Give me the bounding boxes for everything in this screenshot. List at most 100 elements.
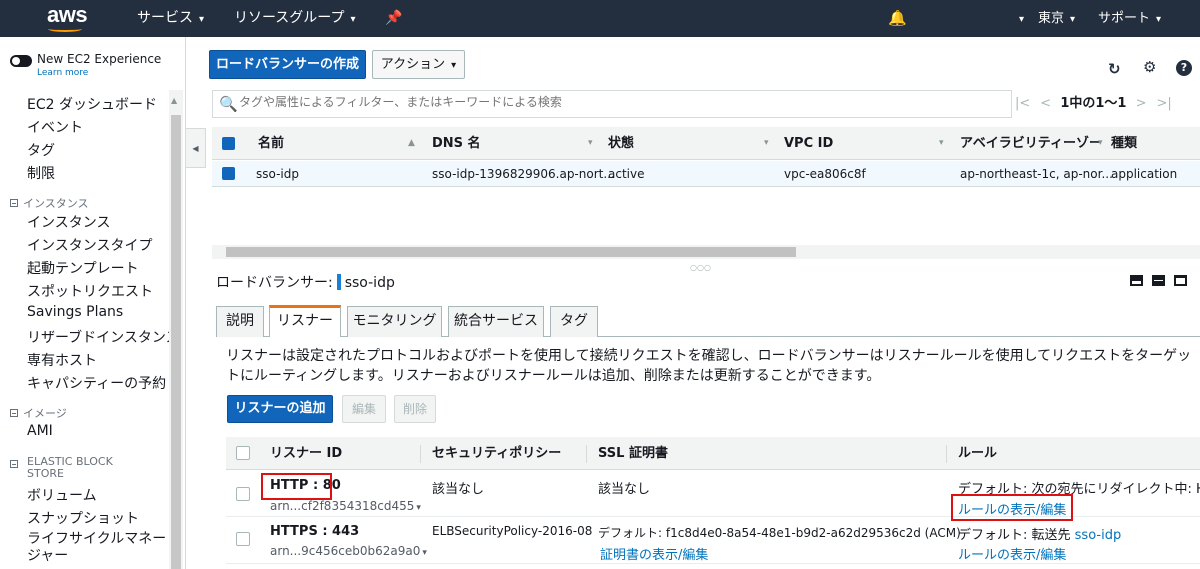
sidebar-item-launch-templates[interactable]: 起動テンプレート (27, 258, 139, 278)
collapse-icon (10, 409, 18, 417)
tab-description[interactable]: 説明 (216, 306, 264, 337)
add-listener-button[interactable]: リスナーの追加 (227, 395, 333, 423)
chevron-left-icon: ◀ (192, 144, 199, 153)
filter-bar: 🔍 (212, 90, 1012, 118)
default-rule: デフォルト: 転送先 sso-idp (958, 524, 1121, 543)
header-label: アベイラビリティーゾー (960, 136, 1102, 151)
gear-icon[interactable]: ⚙ (1143, 58, 1156, 76)
sidebar-item-spot-requests[interactable]: スポットリクエスト (27, 281, 153, 301)
page-range: 1中の1～1 (1060, 96, 1127, 111)
cell-az: ap-northeast-1c, ap-nor... (960, 167, 1113, 181)
select-all-checkbox[interactable] (236, 446, 250, 460)
listener-arn[interactable]: arn...9c456ceb0b62a9a0 ▾ (270, 544, 427, 558)
chevron-down-icon: ▾ (416, 503, 421, 513)
sidebar-section-images[interactable]: イメージ (10, 405, 67, 421)
first-page-icon[interactable]: |< (1015, 96, 1030, 111)
scroll-up-icon[interactable]: ▲ (171, 96, 177, 105)
sidebar-item-instances[interactable]: インスタンス (27, 212, 110, 232)
column-header-rules: ルール (958, 446, 998, 461)
row-checkbox[interactable] (222, 167, 235, 180)
actions-label: アクション (380, 57, 446, 72)
account-menu[interactable]: ▾ (1013, 0, 1024, 37)
services-menu[interactable]: サービス ▾ (137, 0, 204, 37)
sidebar-item-volumes[interactable]: ボリューム (27, 485, 97, 505)
header-label: DNS 名 (432, 136, 481, 151)
resize-handle[interactable]: ○○○ (690, 263, 711, 272)
layout-bottom-icon[interactable] (1130, 275, 1143, 286)
sidebar-scrollbar-thumb[interactable] (171, 115, 181, 569)
next-page-icon[interactable]: > (1136, 96, 1147, 111)
sidebar-section-ebs[interactable]: ELASTIC BLOCK STORE (10, 456, 130, 480)
aws-logo-text: aws (47, 2, 88, 27)
support-label: サポート (1098, 11, 1151, 26)
ssl-cert: 該当なし (598, 482, 651, 497)
pin-icon[interactable]: 📌 (385, 0, 402, 37)
cell-vpc: vpc-ea806c8f (784, 167, 866, 181)
create-load-balancer-button[interactable]: ロードバランサーの作成 (209, 50, 366, 79)
region-label: 東京 (1038, 11, 1065, 26)
tab-integrated-services[interactable]: 統合サービス (448, 306, 544, 337)
column-header-vpc[interactable]: VPC ID ▾ (784, 127, 944, 160)
security-policy: 該当なし (432, 482, 485, 497)
sidebar-item-ec2-dashboard[interactable]: EC2 ダッシュボード (27, 94, 157, 114)
sidebar-item-reserved-instances[interactable]: リザーブドインスタンス (27, 327, 180, 347)
sidebar-collapse-button[interactable]: ◀ (186, 128, 206, 168)
sidebar-item-capacity-reservations[interactable]: キャパシティーの予約 (27, 373, 166, 393)
refresh-icon[interactable]: ↻ (1108, 60, 1121, 78)
sidebar-item-tags[interactable]: タグ (27, 140, 55, 160)
sidebar-item-events[interactable]: イベント (27, 117, 83, 137)
section-title: イメージ (23, 407, 67, 420)
support-menu[interactable]: サポート ▾ (1098, 0, 1161, 37)
table-horizontal-scrollbar[interactable] (212, 245, 1200, 259)
chevron-down-icon: ▾ (1070, 14, 1076, 25)
tab-monitoring[interactable]: モニタリング (347, 306, 442, 337)
sidebar-item-snapshots[interactable]: スナップショット (27, 508, 139, 528)
actions-button[interactable]: アクション ▾ (372, 50, 465, 79)
sidebar-section-instances[interactable]: インスタンス (10, 195, 89, 211)
aws-logo[interactable]: aws (47, 2, 88, 32)
row-checkbox[interactable] (236, 532, 250, 546)
last-page-icon[interactable]: >| (1157, 96, 1172, 111)
sidebar-item-dedicated-hosts[interactable]: 専有ホスト (27, 350, 97, 370)
row-checkbox[interactable] (236, 487, 250, 501)
tab-tags[interactable]: タグ (550, 306, 598, 337)
column-header-type[interactable]: 種類 (1111, 127, 1137, 160)
bell-icon[interactable]: 🔔 (888, 0, 907, 37)
column-header-dns[interactable]: DNS 名 ▾ (432, 127, 593, 160)
view-edit-cert-link[interactable]: 証明書の表示/編集 (600, 544, 708, 563)
new-experience-toggle[interactable] (10, 55, 32, 67)
help-icon[interactable]: ? (1176, 60, 1192, 76)
column-header-name[interactable]: 名前 ▲ (258, 127, 415, 160)
layout-split-icon[interactable] (1152, 275, 1165, 286)
table-header: 名前 ▲ DNS 名 ▾ 状態 ▾ VPC ID ▾ アベイラビリティーゾー ▾ 種類 (212, 127, 1200, 160)
highlight-http-80 (261, 473, 332, 500)
region-menu[interactable]: 東京 ▾ (1038, 0, 1075, 37)
listener-arn[interactable]: arn...cf2f8354318cd455 ▾ (270, 499, 421, 513)
column-header-az[interactable]: アベイラビリティーゾー ▾ (960, 127, 1103, 160)
table-row[interactable]: sso-idp sso-idp-1396829906.ap-nort... ac… (212, 161, 1200, 187)
chevron-down-icon: ▾ (1156, 14, 1162, 25)
learn-more-link[interactable]: Learn more (37, 68, 88, 78)
sidebar-item-savings-plans[interactable]: Savings Plans (27, 304, 123, 320)
edit-button[interactable]: 編集 (342, 395, 386, 423)
column-header-state[interactable]: 状態 ▾ (608, 127, 769, 160)
ssl-cert: デフォルト: f1c8d4e0-8a54-48e1-b9d2-a62d29536… (598, 526, 961, 540)
view-edit-rules-link[interactable]: ルールの表示/編集 (958, 544, 1066, 563)
target-group-link[interactable]: sso-idp (1075, 528, 1122, 543)
column-header-listener-id: リスナー ID (270, 446, 343, 461)
layout-full-icon[interactable] (1174, 275, 1187, 286)
scrollbar-thumb[interactable] (226, 247, 796, 257)
delete-button[interactable]: 削除 (394, 395, 436, 423)
filter-input[interactable] (239, 95, 999, 109)
tab-listeners[interactable]: リスナー (269, 305, 341, 337)
sidebar-item-instance-types[interactable]: インスタンスタイプ (27, 235, 152, 255)
select-all-checkbox[interactable] (222, 137, 235, 150)
resource-groups-menu[interactable]: リソースグループ ▾ (234, 0, 356, 37)
cell-state: active (608, 167, 645, 181)
sidebar-item-ami[interactable]: AMI (27, 423, 53, 439)
pagination: |< < 1中の1～1 > >| (1010, 90, 1200, 118)
sidebar-item-limits[interactable]: 制限 (27, 163, 55, 183)
sidebar-item-lifecycle-manager[interactable]: ライフサイクルマネージャー (27, 531, 167, 565)
listener-id: HTTPS : 443 (270, 524, 360, 539)
prev-page-icon[interactable]: < (1040, 96, 1051, 111)
